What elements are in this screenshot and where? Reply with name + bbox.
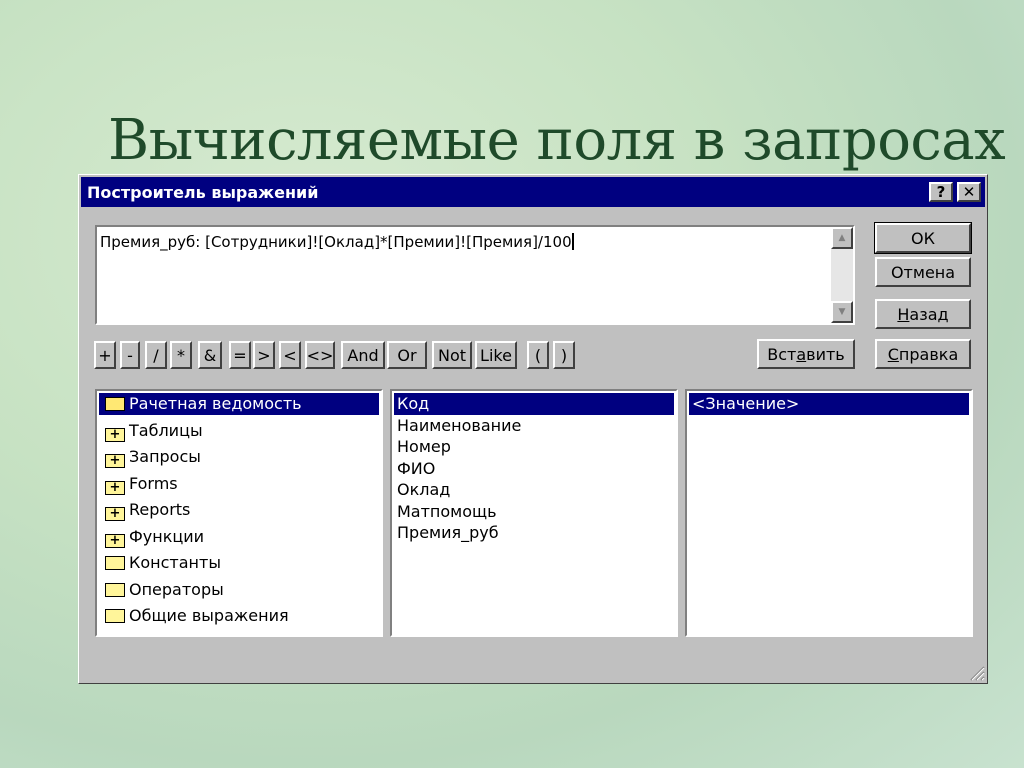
resize-grip-icon[interactable] <box>967 663 985 681</box>
tree-item-operators[interactable]: Операторы <box>99 579 379 601</box>
field-item[interactable]: Наименование <box>394 415 674 437</box>
tree-item-common-expressions[interactable]: Общие выражения <box>99 605 379 627</box>
slide-title: Вычисляемые поля в запросах <box>108 108 1006 173</box>
text-caret <box>571 233 574 250</box>
expression-builder-dialog: Построитель выражений ? ✕ Премия_руб: [С… <box>78 174 988 684</box>
operator-notequal-button[interactable]: <> <box>305 341 335 369</box>
close-button[interactable]: ✕ <box>957 182 981 202</box>
expression-scrollbar[interactable]: ▲ ▼ <box>831 227 853 323</box>
expression-box[interactable]: Премия_руб: [Сотрудники]![Оклад]*[Премии… <box>95 225 855 325</box>
field-list[interactable]: Код Наименование Номер ФИО Оклад Матпомо… <box>390 389 678 637</box>
cancel-button[interactable]: Отмена <box>875 257 971 287</box>
tree-item-reports[interactable]: + Reports <box>99 499 379 521</box>
operator-plus-button[interactable]: + <box>94 341 116 369</box>
operator-or-button[interactable]: Or <box>387 341 427 369</box>
help-title-button[interactable]: ? <box>929 182 953 202</box>
back-button[interactable]: Назад <box>875 299 971 329</box>
help-button[interactable]: Справка <box>875 339 971 369</box>
operator-divide-button[interactable]: / <box>145 341 167 369</box>
tree-item-queries[interactable]: + Запросы <box>99 446 379 468</box>
value-item[interactable]: <Значение> <box>689 393 969 415</box>
plus-folder-icon: + <box>105 534 125 548</box>
ok-button[interactable]: ОК <box>874 222 972 254</box>
operator-greater-button[interactable]: > <box>253 341 275 369</box>
dialog-title: Построитель выражений <box>87 183 319 202</box>
field-item[interactable]: Код <box>394 393 674 415</box>
paste-button[interactable]: Вст а вить <box>757 339 855 369</box>
dialog-titlebar: Построитель выражений ? ✕ <box>81 177 985 207</box>
operator-open-paren-button[interactable]: ( <box>527 341 549 369</box>
expression-text: Премия_руб: [Сотрудники]![Оклад]*[Премии… <box>100 233 572 251</box>
scroll-down-icon[interactable]: ▼ <box>831 301 853 323</box>
plus-folder-icon: + <box>105 481 125 495</box>
open-folder-icon <box>105 397 125 411</box>
tree-item-tables[interactable]: + Таблицы <box>99 420 379 442</box>
tree-item-payroll[interactable]: Рачетная ведомость <box>99 393 379 415</box>
field-item[interactable]: Матпомощь <box>394 501 674 523</box>
folder-icon <box>105 583 125 597</box>
object-tree-list[interactable]: Рачетная ведомость + Таблицы + Запросы + Fo… <box>95 389 383 637</box>
operator-close-paren-button[interactable]: ) <box>553 341 575 369</box>
plus-folder-icon: + <box>105 428 125 442</box>
operator-minus-button[interactable]: - <box>120 341 140 369</box>
folder-icon <box>105 609 125 623</box>
field-item[interactable]: Номер <box>394 436 674 458</box>
plus-folder-icon: + <box>105 454 125 468</box>
value-list[interactable]: <Значение> <box>685 389 973 637</box>
tree-item-constants[interactable]: Константы <box>99 552 379 574</box>
scroll-up-icon[interactable]: ▲ <box>831 227 853 249</box>
plus-folder-icon: + <box>105 507 125 521</box>
folder-icon <box>105 556 125 570</box>
tree-item-forms[interactable]: + Forms <box>99 473 379 495</box>
operator-not-button[interactable]: Not <box>432 341 472 369</box>
field-item[interactable]: Премия_руб <box>394 522 674 544</box>
operator-less-button[interactable]: < <box>279 341 301 369</box>
operator-multiply-button[interactable]: * <box>170 341 192 369</box>
operator-like-button[interactable]: Like <box>475 341 517 369</box>
operator-ampersand-button[interactable]: & <box>198 341 222 369</box>
field-item[interactable]: ФИО <box>394 458 674 480</box>
operator-and-button[interactable]: And <box>341 341 385 369</box>
tree-item-functions[interactable]: + Функции <box>99 526 379 548</box>
operator-equals-button[interactable]: = <box>229 341 251 369</box>
field-item[interactable]: Оклад <box>394 479 674 501</box>
